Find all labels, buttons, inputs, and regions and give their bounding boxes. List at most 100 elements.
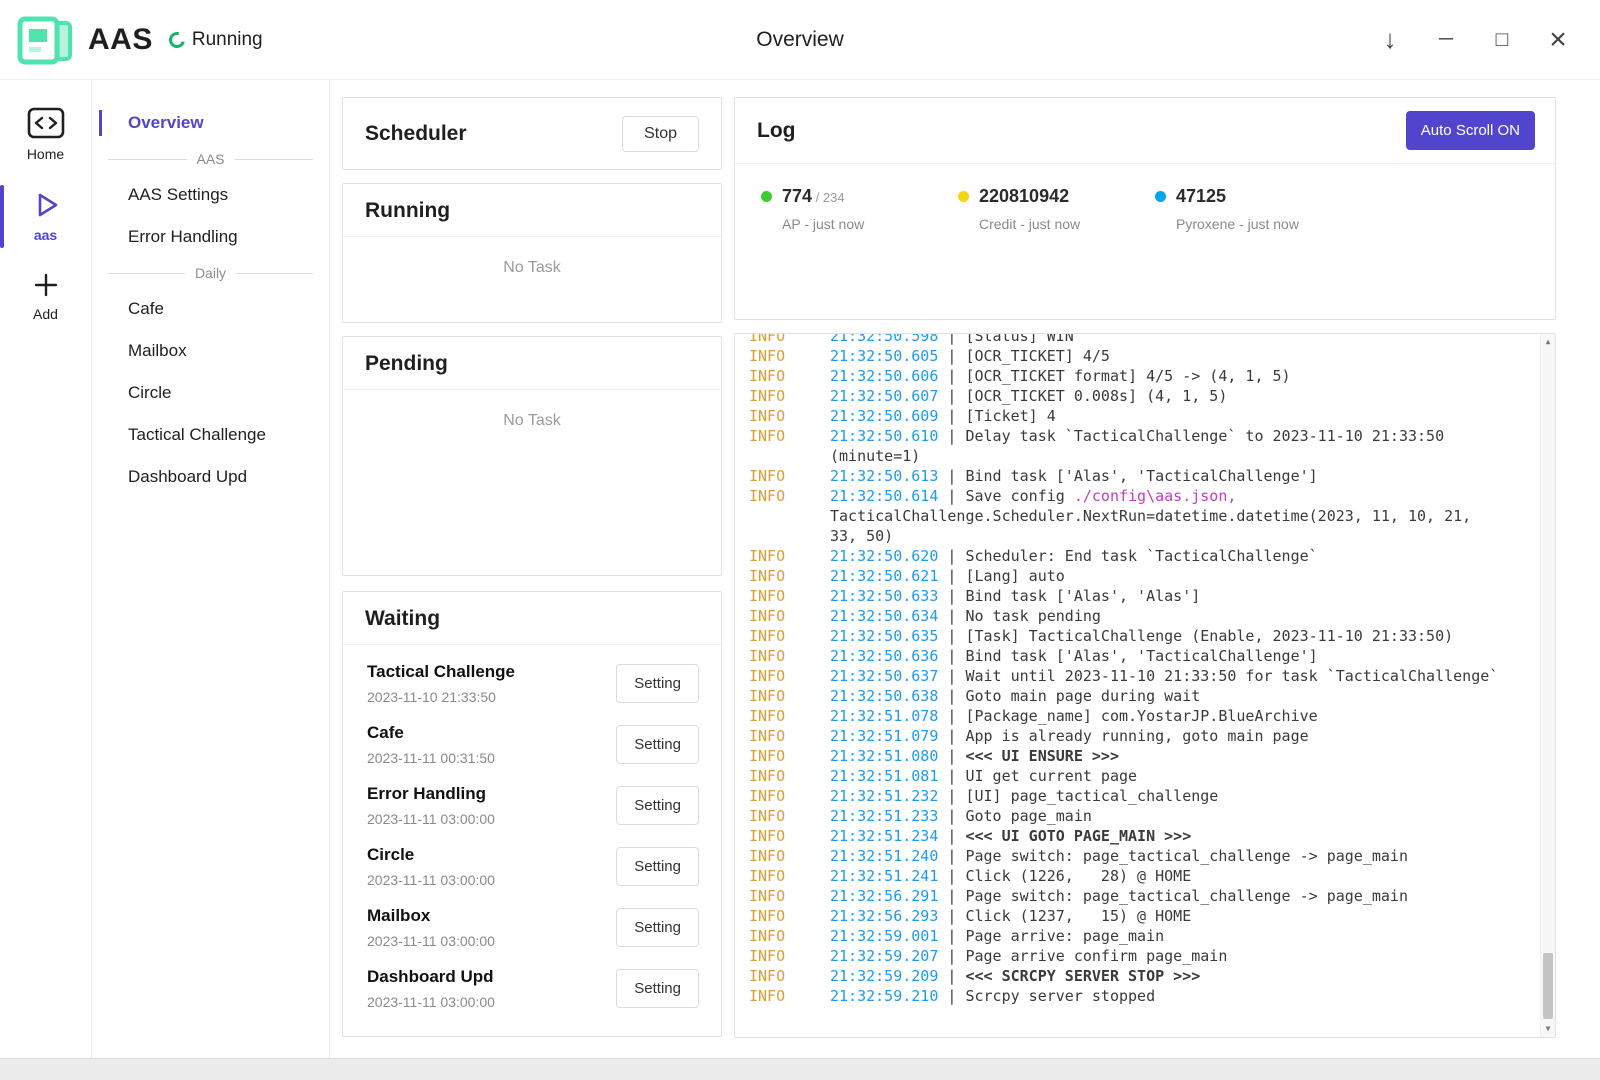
log-header: Log Auto Scroll ON bbox=[735, 98, 1555, 164]
waiting-task-row-tactical-challenge: Tactical Challenge2023-11-10 21:33:50Set… bbox=[343, 653, 721, 714]
stat-caption: Credit - just now bbox=[979, 216, 1080, 232]
sidebar-item-label: Add bbox=[33, 306, 58, 322]
log-line: INFO21:32:50.609 | [Ticket] 4 bbox=[749, 406, 1500, 426]
running-spinner-icon bbox=[166, 29, 188, 51]
log-line: INFO21:32:50.634 | No task pending bbox=[749, 606, 1500, 626]
log-line: INFO21:32:51.232 | [UI] page_tactical_ch… bbox=[749, 786, 1500, 806]
task-setting-button[interactable]: Setting bbox=[616, 969, 699, 1008]
scheduler-stop-button[interactable]: Stop bbox=[622, 116, 699, 152]
auto-scroll-button[interactable]: Auto Scroll ON bbox=[1406, 111, 1535, 150]
task-next-run: 2023-11-11 03:00:00 bbox=[367, 811, 616, 827]
task-setting-button[interactable]: Setting bbox=[616, 664, 699, 703]
waiting-title: Waiting bbox=[343, 592, 721, 645]
window-maximize-button[interactable]: □ bbox=[1490, 26, 1514, 54]
task-next-run: 2023-11-11 03:00:00 bbox=[367, 872, 616, 888]
log-line: INFO21:32:50.621 | [Lang] auto bbox=[749, 566, 1500, 586]
nav-section-divider-aas: AAS bbox=[108, 144, 313, 174]
dashboard-stat-pyroxene: 47125 Pyroxene - just now bbox=[1155, 186, 1352, 232]
scrollbar-up-icon[interactable]: ▲ bbox=[1541, 334, 1555, 350]
waiting-task-row-circle: Circle2023-11-11 03:00:00Setting bbox=[343, 836, 721, 897]
titlebar: AAS Running Overview ↓ ─ □ × bbox=[0, 0, 1600, 80]
sidebar-item-label: Home bbox=[27, 146, 64, 162]
task-name: Mailbox bbox=[367, 906, 616, 926]
window-close-button[interactable]: × bbox=[1546, 26, 1570, 54]
task-setting-button[interactable]: Setting bbox=[616, 786, 699, 825]
icon-sidebar: Home aas Add bbox=[0, 80, 92, 1058]
log-line: INFO21:32:50.635 | [Task] TacticalChalle… bbox=[749, 626, 1500, 646]
task-next-run: 2023-11-11 03:00:00 bbox=[367, 933, 616, 949]
task-setting-button[interactable]: Setting bbox=[616, 847, 699, 886]
waiting-task-row-cafe: Cafe2023-11-11 00:31:50Setting bbox=[343, 714, 721, 775]
waiting-task-row-error-handling: Error Handling 2023-11-11 03:00:00Setting bbox=[343, 775, 721, 836]
log-line: INFO21:32:50.598 | [Status] WIN bbox=[749, 333, 1500, 346]
log-title: Log bbox=[757, 119, 795, 143]
nav-item-error-handling[interactable]: Error Handling bbox=[92, 216, 329, 258]
page-title: Overview bbox=[756, 28, 844, 52]
stat-dot bbox=[1155, 191, 1166, 202]
log-line: INFO21:32:59.207 | Page arrive confirm p… bbox=[749, 946, 1500, 966]
nav-item-tactical-challenge[interactable]: Tactical Challenge bbox=[92, 414, 329, 456]
log-line: INFO21:32:50.606 | [OCR_TICKET format] 4… bbox=[749, 366, 1500, 386]
log-card: Log Auto Scroll ON 774 / 234AP - just no… bbox=[734, 97, 1556, 320]
play-icon bbox=[31, 190, 61, 220]
log-line: INFO21:32:59.209 | <<< SCRCPY SERVER STO… bbox=[749, 966, 1500, 986]
sidebar-item-aas[interactable]: aas bbox=[0, 179, 91, 254]
nav-item-cafe[interactable]: Cafe bbox=[92, 288, 329, 330]
log-line: INFO21:32:51.080 | <<< UI ENSURE >>> bbox=[749, 746, 1500, 766]
task-name: Error Handling bbox=[367, 784, 616, 804]
waiting-card: Waiting Tactical Challenge2023-11-10 21:… bbox=[342, 591, 722, 1037]
task-setting-button[interactable]: Setting bbox=[616, 725, 699, 764]
home-icon bbox=[27, 107, 65, 139]
window-download-button[interactable]: ↓ bbox=[1378, 26, 1402, 54]
window-controls: ↓ ─ □ × bbox=[1378, 26, 1600, 54]
stat-value: 774 bbox=[782, 186, 812, 207]
log-line: INFO21:32:50.614 | Save config ./config\… bbox=[749, 486, 1500, 546]
scheduler-card: Scheduler Stop bbox=[342, 97, 722, 170]
app-status: Running bbox=[169, 29, 263, 51]
log-output[interactable]: INFO21:32:50.598 | [Status] WIN INFO21:32… bbox=[734, 333, 1556, 1038]
waiting-task-list: Tactical Challenge2023-11-10 21:33:50Set… bbox=[343, 645, 721, 1019]
waiting-task-row-mailbox: Mailbox 2023-11-11 03:00:00Setting bbox=[343, 897, 721, 958]
log-line: INFO21:32:50.638 | Goto main page during… bbox=[749, 686, 1500, 706]
log-line: INFO21:32:50.637 | Wait until 2023-11-10… bbox=[749, 666, 1500, 686]
task-name: Tactical Challenge bbox=[367, 662, 616, 682]
stat-value: 47125 bbox=[1176, 186, 1226, 207]
sidebar-item-add[interactable]: Add bbox=[0, 260, 91, 333]
running-title: Running bbox=[343, 184, 721, 237]
log-line: INFO21:32:59.001 | Page arrive: page_mai… bbox=[749, 926, 1500, 946]
window-bottom-edge bbox=[0, 1058, 1600, 1080]
sidebar-item-home[interactable]: Home bbox=[0, 96, 91, 173]
nav-item-circle[interactable]: Circle bbox=[92, 372, 329, 414]
scrollbar-thumb[interactable] bbox=[1543, 953, 1553, 1019]
stat-caption: Pyroxene - just now bbox=[1176, 216, 1299, 232]
log-line: INFO21:32:50.613 | Bind task ['Alas', 'T… bbox=[749, 466, 1500, 486]
app-name: AAS bbox=[88, 23, 153, 57]
nav-item-dashboard-upd[interactable]: Dashboard Upd bbox=[92, 456, 329, 498]
stat-dot bbox=[958, 191, 969, 202]
nav-item-mailbox[interactable]: Mailbox bbox=[92, 330, 329, 372]
nav-item-aas-settings[interactable]: AAS Settings bbox=[92, 174, 329, 216]
scheduler-title: Scheduler bbox=[365, 122, 467, 146]
log-line: INFO21:32:56.291 | Page switch: page_tac… bbox=[749, 886, 1500, 906]
sidebar-item-label: aas bbox=[34, 227, 57, 243]
task-name: Dashboard Upd bbox=[367, 967, 616, 987]
waiting-task-row-dashboard-upd: Dashboard Upd 2023-11-11 03:00:00Setting bbox=[343, 958, 721, 1019]
task-setting-button[interactable]: Setting bbox=[616, 908, 699, 947]
window-minimize-button[interactable]: ─ bbox=[1434, 26, 1458, 54]
task-next-run: 2023-11-11 00:31:50 bbox=[367, 750, 616, 766]
main-area: Home aas Add OverviewAASAAS SettingsErro… bbox=[0, 80, 1600, 1058]
log-line: INFO21:32:51.240 | Page switch: page_tac… bbox=[749, 846, 1500, 866]
pending-title: Pending bbox=[343, 337, 721, 390]
pending-empty-text: No Task bbox=[343, 390, 721, 430]
task-next-run: 2023-11-11 03:00:00 bbox=[367, 994, 616, 1010]
status-label: Running bbox=[192, 29, 263, 51]
dashboard-stats: 774 / 234AP - just now220810942Credit - … bbox=[735, 164, 1555, 232]
log-scrollbar[interactable]: ▲ ▼ bbox=[1540, 334, 1555, 1037]
running-empty-text: No Task bbox=[343, 237, 721, 277]
nav-sidebar: OverviewAASAAS SettingsError HandlingDai… bbox=[92, 80, 330, 1058]
nav-item-overview[interactable]: Overview bbox=[92, 102, 329, 144]
dashboard-stat-credit: 220810942Credit - just now bbox=[958, 186, 1155, 232]
log-line: INFO21:32:56.293 | Click (1237, 15) @ HO… bbox=[749, 906, 1500, 926]
log-line: INFO21:32:50.636 | Bind task ['Alas', 'T… bbox=[749, 646, 1500, 666]
scrollbar-down-icon[interactable]: ▼ bbox=[1541, 1021, 1555, 1037]
